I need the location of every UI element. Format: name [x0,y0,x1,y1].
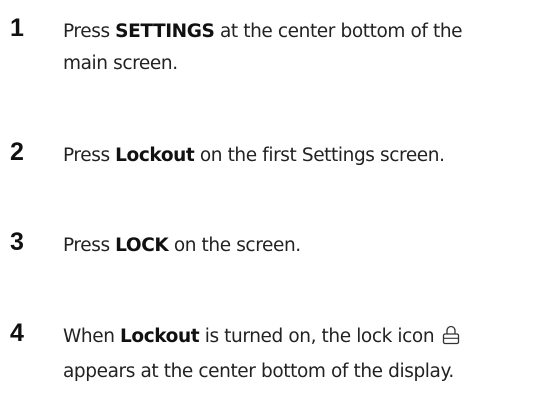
step-keyword: Lockout [115,145,195,166]
step-text-line2: main screen. [63,53,178,74]
step-number: 3 [10,228,24,256]
step-keyword: Lockout [120,326,200,347]
step-text-before: Press [63,21,116,42]
step-instruction: Press Lockout on the first Settings scre… [63,140,558,172]
step-number: 4 [10,319,24,347]
step-instruction: Press LOCK on the screen. [63,230,558,262]
step-number: 2 [10,138,24,166]
step-text-after: is turned on, the lock icon [199,326,435,347]
step-text-after: at the center bottom of the [214,21,463,42]
lock-icon [442,324,460,356]
step-text-after: on the first Settings screen. [194,145,445,166]
step-number: 1 [10,14,24,42]
step-keyword: SETTINGS [115,21,215,42]
step-text-before: Press [63,235,116,256]
step-text-before: When [63,326,121,347]
step-text-line2: appears at the center bottom of the disp… [63,361,454,382]
step-instruction: Press SETTINGS at the center bottom of t… [63,16,558,80]
step-instruction: When Lockout is turned on, the lock icon… [63,321,558,388]
step-text-after: on the screen. [168,235,301,256]
step-keyword: LOCK [115,235,169,256]
step-text-before: Press [63,145,116,166]
